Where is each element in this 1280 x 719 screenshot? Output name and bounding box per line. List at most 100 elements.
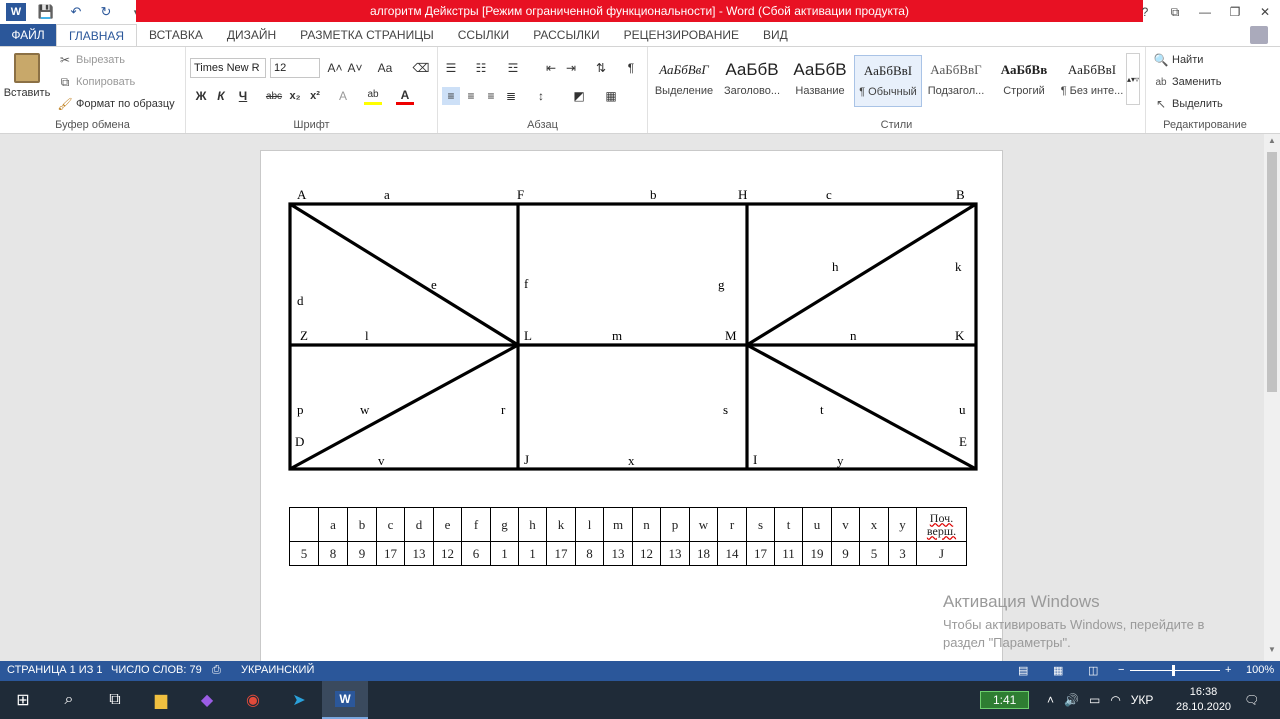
clock[interactable]: 16:38 28.10.2020 (1176, 681, 1231, 719)
close-button[interactable]: ✕ (1250, 0, 1280, 24)
minimize-button[interactable]: — (1190, 0, 1220, 24)
subscript-button[interactable]: x₂ (286, 87, 304, 105)
search-icon[interactable]: ⌕ (46, 681, 92, 719)
decrease-indent-icon[interactable]: ⇤ (542, 59, 560, 77)
wifi-icon[interactable]: ◠ (1110, 693, 1120, 707)
ribbon-display-options-button[interactable]: ⧉ (1160, 0, 1190, 24)
styles-scroll-icon[interactable]: ▴▾▿ (1126, 53, 1140, 105)
shading-icon[interactable]: ◩ (570, 87, 588, 105)
style-title[interactable]: АаБбВ Название (786, 55, 854, 107)
strikethrough-button[interactable]: abc (262, 87, 286, 105)
cut-button[interactable]: ✂ Вырезать (58, 53, 125, 67)
line-spacing-icon[interactable]: ↕ (532, 87, 550, 105)
table-cell: 17 (546, 541, 576, 566)
sort-icon[interactable]: ⇅ (592, 59, 610, 77)
tab-file[interactable]: ФАЙЛ (0, 24, 56, 46)
font-name-combo[interactable]: Times New R (190, 58, 266, 78)
scroll-up-icon[interactable]: ▲ (1264, 136, 1280, 150)
input-language[interactable]: УКР (1131, 693, 1154, 707)
read-mode-icon[interactable]: ▤ (1018, 664, 1028, 677)
increase-indent-icon[interactable]: ⇥ (562, 59, 580, 77)
print-layout-icon[interactable]: ▦ (1053, 664, 1063, 677)
underline-button[interactable]: Ч (234, 87, 252, 105)
select-button[interactable]: ↖ Выделить (1154, 97, 1223, 111)
word-taskbar-icon[interactable]: W (322, 681, 368, 719)
grow-font-button[interactable]: A˄ (326, 59, 344, 77)
scrollbar-thumb[interactable] (1267, 152, 1277, 392)
visual-studio-icon[interactable]: ◆ (184, 681, 230, 719)
table-header-cell: y (888, 507, 917, 542)
tray-expand-icon[interactable]: ˄ (1047, 693, 1054, 707)
superscript-button[interactable]: x² (306, 87, 324, 105)
zoom-slider-thumb[interactable] (1172, 665, 1175, 676)
file-explorer-icon[interactable]: ▆ (138, 681, 184, 719)
language-indicator[interactable]: УКРАИНСКИЙ (241, 664, 314, 676)
telegram-icon[interactable]: ➤ (276, 681, 322, 719)
tab-mailings[interactable]: РАССЫЛКИ (521, 24, 611, 46)
find-button[interactable]: 🔍 Найти (1154, 53, 1204, 67)
style-strong[interactable]: АаБбВв Строгий (990, 55, 1058, 107)
tab-design[interactable]: ДИЗАЙН (215, 24, 288, 46)
change-case-button[interactable]: Aa (372, 59, 398, 77)
chrome-icon[interactable]: ◉ (230, 681, 276, 719)
style-normal[interactable]: АаБбВвI ¶ Обычный (854, 55, 922, 107)
redo-icon[interactable]: ↻ (96, 3, 116, 21)
paste-button[interactable]: Вставить (4, 53, 50, 99)
web-layout-icon[interactable]: ◫ (1088, 664, 1098, 677)
multilevel-list-icon[interactable]: ☲ (504, 59, 522, 77)
justify-icon[interactable]: ≣ (502, 87, 520, 105)
format-painter-button[interactable]: 🖌 Формат по образцу (57, 97, 174, 111)
align-right-icon[interactable]: ≡ (482, 87, 500, 105)
italic-button[interactable]: К (212, 87, 230, 105)
notifications-icon[interactable]: 🗨 (1244, 681, 1259, 719)
word-count[interactable]: ЧИСЛО СЛОВ: 79 (111, 664, 202, 676)
align-left-icon[interactable]: ≡ (442, 87, 460, 105)
tab-view[interactable]: ВИД (751, 24, 800, 46)
tab-review[interactable]: РЕЦЕНЗИРОВАНИЕ (612, 24, 751, 46)
tab-page-layout[interactable]: РАЗМЕТКА СТРАНИЦЫ (288, 24, 446, 46)
font-size-combo[interactable]: 12 (270, 58, 320, 78)
copy-button[interactable]: ⧉ Копировать (58, 75, 136, 89)
shrink-font-button[interactable]: A˅ (346, 59, 364, 77)
proofing-icon[interactable]: ⎙ (212, 664, 221, 677)
style-heading[interactable]: АаБбВ Заголово... (718, 55, 786, 107)
style-no-spacing[interactable]: АаБбВвI ¶ Без инте... (1058, 55, 1126, 107)
maximize-button[interactable]: ❐ (1220, 0, 1250, 24)
bullets-icon[interactable]: ☰ (442, 59, 460, 77)
style-emphasis[interactable]: АаБбВвГ Выделение (650, 55, 718, 107)
bold-button[interactable]: Ж (192, 87, 210, 105)
tab-references[interactable]: ССЫЛКИ (446, 24, 521, 46)
start-button-icon[interactable]: ⊞ (0, 681, 46, 719)
text-effects-button[interactable]: A (334, 87, 352, 105)
account-avatar[interactable] (1250, 26, 1268, 44)
help-button[interactable]: ? (1130, 0, 1160, 24)
undo-icon[interactable]: ↶ (66, 3, 86, 21)
vertical-scrollbar[interactable]: ▲ ▼ (1264, 134, 1280, 661)
clear-formatting-icon[interactable]: ⌫ (412, 59, 430, 77)
timer-widget[interactable]: 1:41 (980, 681, 1030, 719)
task-view-icon[interactable]: ⧉ (92, 681, 138, 719)
style-subtitle[interactable]: АаБбВвГ Подзагол... (922, 55, 990, 107)
tab-home[interactable]: ГЛАВНАЯ (56, 24, 138, 46)
zoom-slider-track[interactable] (1130, 670, 1220, 671)
save-icon[interactable]: 💾 (36, 3, 56, 21)
show-marks-icon[interactable]: ¶ (622, 59, 640, 77)
replace-button[interactable]: ab Заменить (1154, 75, 1221, 89)
highlight-button[interactable]: ab (364, 87, 382, 105)
zoom-level[interactable]: 100% (1246, 664, 1274, 676)
table-header-cell: m (603, 507, 633, 542)
font-color-button[interactable]: A (396, 87, 414, 105)
borders-icon[interactable]: ▦ (602, 87, 620, 105)
align-center-icon[interactable]: ≡ (462, 87, 480, 105)
zoom-out-icon[interactable]: − (1118, 664, 1124, 676)
table-cell: 19 (802, 541, 832, 566)
numbering-icon[interactable]: ☷ (472, 59, 490, 77)
volume-icon[interactable]: 🔊 (1064, 693, 1079, 707)
scroll-down-icon[interactable]: ▼ (1264, 645, 1280, 659)
edge-label-h: h (832, 259, 839, 274)
tab-insert[interactable]: ВСТАВКА (137, 24, 215, 46)
page-count[interactable]: СТРАНИЦА 1 ИЗ 1 (7, 664, 103, 676)
zoom-in-icon[interactable]: + (1225, 664, 1231, 676)
battery-icon[interactable]: ▭ (1089, 693, 1100, 707)
document-page[interactable]: A a F b H c B d e f g h k Z l L m M n K … (260, 150, 1003, 661)
